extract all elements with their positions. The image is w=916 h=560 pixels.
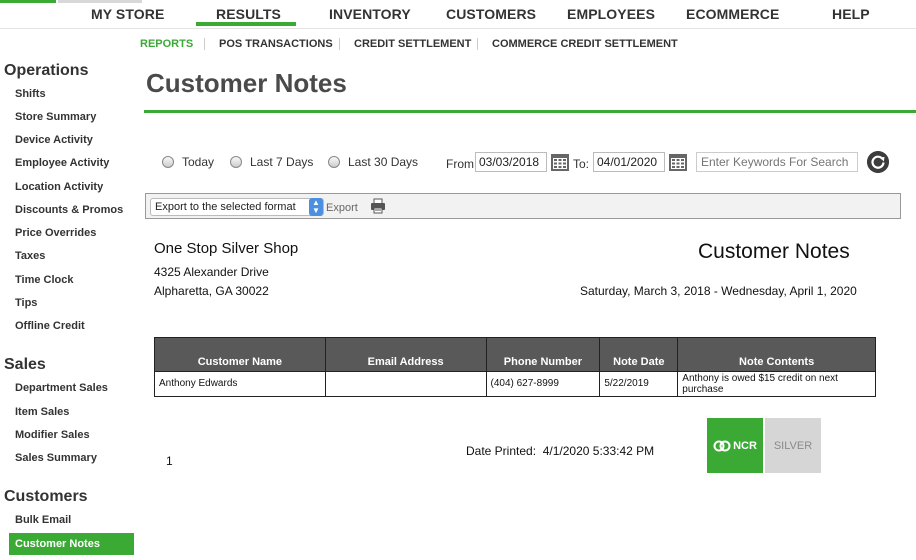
sidebar-item-time-clock[interactable]: Time Clock (15, 274, 74, 286)
sidebar-item-device-activity[interactable]: Device Activity (15, 134, 93, 146)
title-divider (144, 110, 916, 113)
sidebar-item-item-sales[interactable]: Item Sales (15, 406, 69, 418)
column-header: Phone Number (485, 337, 601, 372)
subnav-reports[interactable]: REPORTS (140, 38, 193, 50)
table-row: Anthony Edwards (404) 627-8999 5/22/2019… (154, 371, 876, 397)
nav-active-indicator (196, 22, 296, 26)
subnav-credit-settlement[interactable]: CREDIT SETTLEMENT (354, 38, 471, 50)
cell-note-contents: Anthony is owed $15 credit on next purch… (677, 371, 876, 397)
nav-results[interactable]: RESULTS (216, 6, 281, 22)
date-printed: Date Printed: 4/1/2020 5:33:42 PM (466, 444, 654, 458)
page-number: 1 (166, 454, 173, 468)
radio-button-icon (162, 156, 174, 168)
report-toolbar: Export to the selected format ▲ ▼ Export (145, 193, 901, 219)
store-address-line2: Alpharetta, GA 30022 (154, 284, 269, 298)
cell-email-address (324, 371, 487, 397)
sidebar-item-sales-summary[interactable]: Sales Summary (15, 452, 97, 464)
sidebar-section-operations: Operations (4, 62, 89, 79)
page-title: Customer Notes (146, 68, 347, 98)
nav-employees[interactable]: EMPLOYEES (567, 6, 655, 22)
sidebar-item-bulk-email[interactable]: Bulk Email (15, 514, 71, 526)
nav-my-store[interactable]: MY STORE (91, 6, 164, 22)
nav-divider (0, 28, 916, 29)
sidebar-item-tips[interactable]: Tips (15, 297, 37, 309)
nav-customers[interactable]: CUSTOMERS (446, 6, 536, 22)
sidebar-section-customers: Customers (4, 488, 88, 505)
subnav-separator (339, 38, 340, 50)
filter-bar: Today Last 7 Days Last 30 Days From: To: (160, 150, 900, 176)
date-printed-label: Date Printed: (466, 444, 537, 458)
calendar-icon[interactable] (668, 152, 688, 172)
printer-icon[interactable] (370, 198, 386, 214)
radio-last-30-days[interactable]: Last 30 Days (328, 155, 418, 169)
select-arrows-icon: ▲ ▼ (309, 198, 323, 216)
sidebar-item-store-summary[interactable]: Store Summary (15, 111, 96, 123)
from-label: From: (446, 157, 478, 171)
cell-customer-name: Anthony Edwards (154, 371, 326, 397)
ncr-logo: NCR (707, 418, 763, 473)
radio-label: Today (182, 155, 215, 169)
refresh-icon[interactable] (867, 151, 889, 173)
subnav-separator (477, 38, 478, 50)
sidebar-item-price-overrides[interactable]: Price Overrides (15, 227, 96, 239)
radio-button-icon (230, 156, 242, 168)
silver-logo: SILVER (765, 418, 821, 473)
report-date-range: Saturday, March 3, 2018 - Wednesday, Apr… (580, 284, 857, 298)
radio-last-7-days[interactable]: Last 7 Days (230, 155, 313, 169)
sidebar-item-offline-credit[interactable]: Offline Credit (15, 320, 85, 332)
sidebar-item-discounts-promos[interactable]: Discounts & Promos (15, 204, 123, 216)
subnav-pos-transactions[interactable]: POS TRANSACTIONS (219, 38, 333, 50)
sidebar-item-employee-activity[interactable]: Employee Activity (15, 157, 109, 169)
subnav-separator (204, 38, 205, 50)
store-address-line1: 4325 Alexander Drive (154, 265, 269, 279)
radio-today[interactable]: Today (162, 155, 214, 169)
page: MY STORE RESULTS INVENTORY CUSTOMERS EMP… (0, 0, 916, 560)
column-header: Note Contents (677, 337, 876, 372)
radio-button-icon (328, 156, 340, 168)
export-format-select[interactable]: Export to the selected format ▲ ▼ (150, 198, 324, 216)
sidebar-item-customer-notes[interactable]: Customer Notes (9, 533, 134, 555)
cell-note-date: 5/22/2019 (599, 371, 679, 397)
column-header: Email Address (324, 337, 487, 372)
sidebar-item-shifts[interactable]: Shifts (15, 88, 46, 100)
sidebar-section-sales: Sales (4, 356, 46, 373)
store-name: One Stop Silver Shop (154, 240, 299, 257)
calendar-icon[interactable] (550, 152, 570, 172)
to-date-input[interactable] (593, 152, 665, 172)
column-header: Note Date (599, 337, 679, 372)
ncr-logo-text: NCR (733, 439, 757, 452)
to-label: To: (573, 157, 590, 171)
radio-label: Last 7 Days (250, 155, 314, 169)
nav-inventory[interactable]: INVENTORY (329, 6, 411, 22)
report-title: Customer Notes (698, 240, 850, 263)
sidebar-item-department-sales[interactable]: Department Sales (15, 382, 108, 394)
sidebar-item-modifier-sales[interactable]: Modifier Sales (15, 429, 90, 441)
date-printed-value: 4/1/2020 5:33:42 PM (542, 444, 655, 458)
export-button[interactable]: Export (326, 202, 358, 214)
search-input[interactable] (696, 152, 858, 172)
export-format-value: Export to the selected format (155, 201, 296, 213)
top-nav: MY STORE RESULTS INVENTORY CUSTOMERS EMP… (0, 0, 916, 30)
table-header-row: Customer Name Email Address Phone Number… (154, 337, 876, 372)
radio-label: Last 30 Days (348, 155, 419, 169)
sidebar-item-location-activity[interactable]: Location Activity (15, 181, 103, 193)
ncr-rings-icon (713, 440, 731, 451)
column-header: Customer Name (154, 337, 326, 372)
sidebar-item-taxes[interactable]: Taxes (15, 250, 45, 262)
cell-phone-number: (404) 627-8999 (485, 371, 601, 397)
nav-help[interactable]: HELP (832, 6, 870, 22)
customer-notes-table: Customer Name Email Address Phone Number… (154, 337, 876, 397)
silver-logo-text: SILVER (773, 439, 813, 452)
from-date-input[interactable] (475, 152, 547, 172)
nav-ecommerce[interactable]: ECOMMERCE (686, 6, 779, 22)
subnav-commerce-credit-settlement[interactable]: COMMERCE CREDIT SETTLEMENT (492, 38, 678, 50)
